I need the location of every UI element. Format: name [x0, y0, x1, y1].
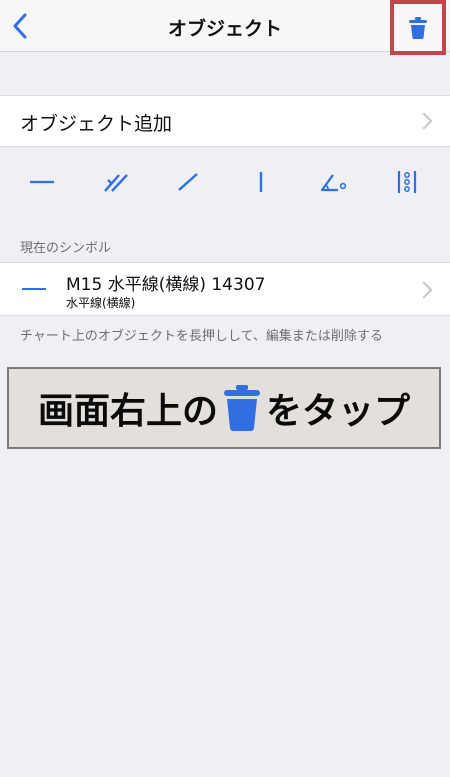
nav-bar: オブジェクト: [0, 0, 450, 55]
trash-button[interactable]: [390, 0, 446, 55]
vertical-line-tool[interactable]: [241, 165, 281, 199]
symbol-object-row[interactable]: M15 水平線(横線) 14307 水平線(横線): [0, 262, 450, 316]
banner-text: 画面右上の をタップ: [38, 382, 410, 434]
angle-tool[interactable]: [314, 165, 354, 199]
banner-text-before: 画面右上の: [37, 391, 218, 432]
horizontal-line-icon: [22, 288, 46, 290]
section-header: 現在のシンボル: [20, 241, 112, 256]
horizontal-line-tool[interactable]: [22, 165, 62, 199]
trash-icon: [409, 16, 427, 39]
add-object-label: オブジェクト追加: [20, 113, 173, 135]
trend-line-tool[interactable]: [168, 165, 208, 199]
vertical-dots-icon: [397, 171, 417, 193]
chevron-right-icon: [415, 281, 433, 299]
page-title: オブジェクト: [167, 18, 282, 40]
instruction-banner: 画面右上の をタップ: [7, 367, 441, 449]
vertical-line-icon: [259, 172, 263, 192]
banner-text-after: をタップ: [266, 391, 411, 432]
add-object-row[interactable]: オブジェクト追加: [0, 95, 450, 147]
trend-line-icon: [178, 173, 198, 191]
trash-icon: [222, 383, 262, 433]
parallel-lines-icon: [104, 174, 128, 192]
symbol-subtitle: 水平線(横線): [66, 296, 136, 310]
horizontal-line-icon: [30, 180, 54, 184]
angle-icon: [320, 174, 347, 192]
symbol-title: M15 水平線(横線) 14307: [66, 275, 266, 295]
footer-note: チャート上のオブジェクトを長押しして、編集または削除する: [20, 329, 383, 344]
vertical-dots-tool[interactable]: [387, 165, 427, 199]
parallel-lines-tool[interactable]: [96, 165, 136, 199]
drawing-toolbar: [0, 165, 450, 199]
chevron-right-icon: [415, 112, 433, 130]
